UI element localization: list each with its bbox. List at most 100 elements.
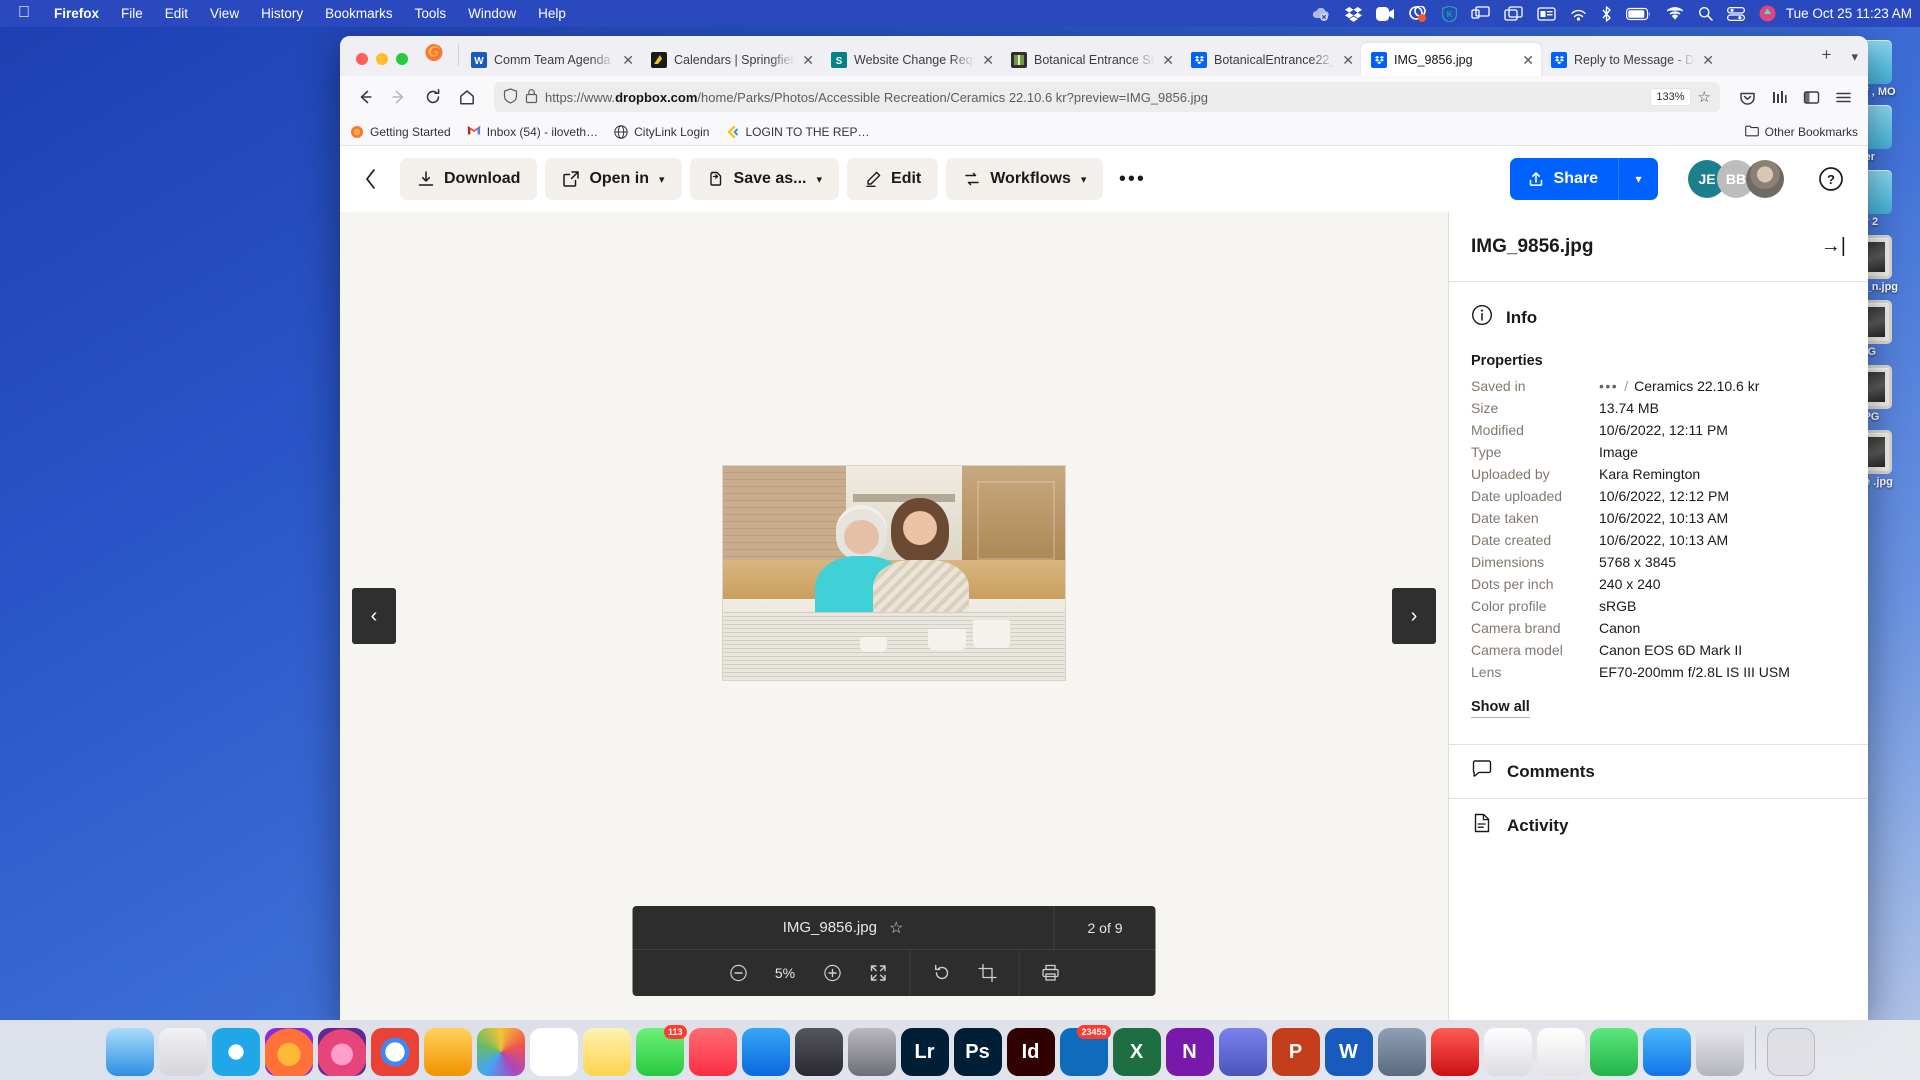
browser-tab-2[interactable]: S Website Change Reques ✕ (821, 43, 1001, 76)
browser-tab-3[interactable]: Botanical Entrance Sign ✕ (1001, 43, 1181, 76)
zoom-out-button[interactable] (717, 950, 759, 996)
zoom-icon[interactable] (1375, 6, 1394, 21)
wifi-icon[interactable] (1666, 6, 1684, 21)
word-icon[interactable]: W (1324, 1028, 1373, 1076)
sketch-icon[interactable] (423, 1028, 472, 1076)
close-tab-button[interactable]: ✕ (1702, 53, 1714, 67)
save-to-pocket-icon[interactable] (1732, 82, 1762, 112)
airdrop-icon[interactable] (1570, 6, 1587, 22)
launchpad-icon[interactable] (158, 1028, 207, 1076)
menu-item-history[interactable]: History (250, 6, 314, 21)
screen-record-icon[interactable] (1408, 5, 1428, 22)
forward-arrow-icon[interactable] (384, 82, 414, 112)
app-store-icon[interactable] (741, 1028, 790, 1076)
close-window-button[interactable] (356, 53, 368, 65)
preview-icon[interactable] (1483, 1028, 1532, 1076)
browser-tab-1[interactable]: Calendars | Springfield ✕ (641, 43, 821, 76)
bluetooth-icon[interactable] (1601, 5, 1612, 22)
cloud-sync-icon[interactable] (1311, 6, 1331, 21)
close-tab-button[interactable]: ✕ (982, 53, 994, 67)
search-icon[interactable] (1698, 6, 1713, 21)
url-bar[interactable]: https://www.dropbox.com/home/Parks/Photo… (494, 82, 1720, 112)
kaspersky-icon[interactable]: K (1441, 5, 1457, 22)
teams-icon[interactable] (1218, 1028, 1267, 1076)
minimize-window-button[interactable] (376, 53, 388, 65)
browser-tab-6[interactable]: Reply to Message - Drop ✕ (1541, 43, 1721, 76)
photos-icon[interactable] (476, 1028, 525, 1076)
path-ellipsis[interactable]: ••• (1599, 375, 1618, 397)
comments-section[interactable]: Comments (1449, 744, 1868, 798)
apple-logo-icon[interactable]:  (8, 4, 43, 23)
rotate-button[interactable] (920, 950, 962, 996)
share-dropdown-button[interactable]: ▾ (1618, 158, 1658, 200)
bookmark-item-3[interactable]: LOGIN TO THE REP… (725, 125, 870, 139)
finder-icon[interactable] (105, 1028, 154, 1076)
close-tab-button[interactable]: ✕ (1162, 53, 1174, 67)
firefox-icon[interactable] (264, 1028, 313, 1076)
library-icon[interactable] (1764, 82, 1794, 112)
mail-merge-icon[interactable] (1377, 1028, 1426, 1076)
next-image-button[interactable]: › (1392, 588, 1436, 644)
maximize-window-button[interactable] (396, 53, 408, 65)
favorite-star-icon[interactable]: ☆ (889, 918, 903, 938)
help-button[interactable]: ? (1816, 164, 1846, 194)
collapse-sidebar-button[interactable]: →| (1821, 235, 1846, 258)
zoom-level-badge[interactable]: 133% (1650, 88, 1691, 106)
preview-image[interactable] (722, 465, 1066, 681)
menu-item-view[interactable]: View (199, 6, 250, 21)
mission-control-icon[interactable] (1504, 6, 1523, 21)
reload-icon[interactable] (418, 82, 448, 112)
show-all-link[interactable]: Show all (1471, 699, 1530, 718)
activity-section[interactable]: Activity (1449, 798, 1868, 852)
powerpoint-icon[interactable]: P (1271, 1028, 1320, 1076)
lightroom-icon[interactable]: Lr (900, 1028, 949, 1076)
sidebar-toggle-icon[interactable] (1796, 82, 1826, 112)
property-value[interactable]: Ceramics 22.10.6 kr (1634, 375, 1759, 397)
scanner-icon[interactable] (1695, 1028, 1744, 1076)
bookmark-star-icon[interactable]: ☆ (1698, 88, 1711, 106)
music-icon[interactable] (688, 1028, 737, 1076)
notes-icon[interactable] (582, 1028, 631, 1076)
lock-icon[interactable] (525, 88, 538, 107)
firefox-developer-icon[interactable] (317, 1028, 366, 1076)
back-arrow-icon[interactable] (350, 82, 380, 112)
browser-tab-0[interactable]: W Comm Team Agenda - ✕ (461, 43, 641, 76)
menu-item-help[interactable]: Help (527, 6, 577, 21)
hamburger-menu-icon[interactable] (1828, 82, 1858, 112)
safari-icon[interactable] (211, 1028, 260, 1076)
photoshop-icon[interactable]: Ps (953, 1028, 1002, 1076)
download-button[interactable]: Download (400, 158, 538, 200)
menu-item-edit[interactable]: Edit (154, 6, 199, 21)
list-all-tabs-button[interactable]: ▾ (1841, 49, 1868, 76)
close-tab-button[interactable]: ✕ (622, 53, 634, 67)
avatar-photo[interactable] (1746, 160, 1784, 198)
window-controls[interactable] (346, 53, 422, 76)
url-text[interactable]: https://www.dropbox.com/home/Parks/Photo… (545, 90, 1643, 105)
bookmark-item-1[interactable]: Inbox (54) - iloveth… (466, 124, 598, 139)
excel-icon[interactable]: X (1112, 1028, 1161, 1076)
home-icon[interactable] (452, 82, 482, 112)
workflows-button[interactable]: Workflows ▾ (946, 158, 1104, 200)
browser-tab-5[interactable]: IMG_9856.jpg ✕ (1361, 43, 1541, 76)
outlook-icon[interactable]: 23453 (1059, 1025, 1111, 1076)
stage-manager-icon[interactable] (794, 1028, 843, 1076)
crop-button[interactable] (966, 950, 1008, 996)
numbers-icon[interactable] (1536, 1028, 1585, 1076)
airplay-icon[interactable] (1471, 6, 1490, 21)
back-button[interactable] (350, 158, 392, 200)
fullscreen-button[interactable] (857, 950, 899, 996)
onenote-icon[interactable]: N (1165, 1028, 1214, 1076)
menu-item-bookmarks[interactable]: Bookmarks (314, 6, 404, 21)
menu-item-firefox[interactable]: Firefox (43, 6, 110, 21)
system-preferences-icon[interactable] (847, 1028, 896, 1076)
save-as-button[interactable]: Save as... ▾ (689, 158, 840, 200)
chrome-icon[interactable] (370, 1028, 419, 1076)
edit-button[interactable]: Edit (847, 158, 939, 200)
close-tab-button[interactable]: ✕ (802, 53, 814, 67)
menubar-clock[interactable]: Tue Oct 25 11:23 AM (1780, 6, 1912, 21)
indesign-icon[interactable]: Id (1006, 1028, 1055, 1076)
close-tab-button[interactable]: ✕ (1342, 53, 1354, 67)
more-options-button[interactable]: ••• (1111, 158, 1153, 200)
messages-icon[interactable]: 113 (635, 1025, 687, 1076)
zoom-in-button[interactable] (811, 950, 853, 996)
